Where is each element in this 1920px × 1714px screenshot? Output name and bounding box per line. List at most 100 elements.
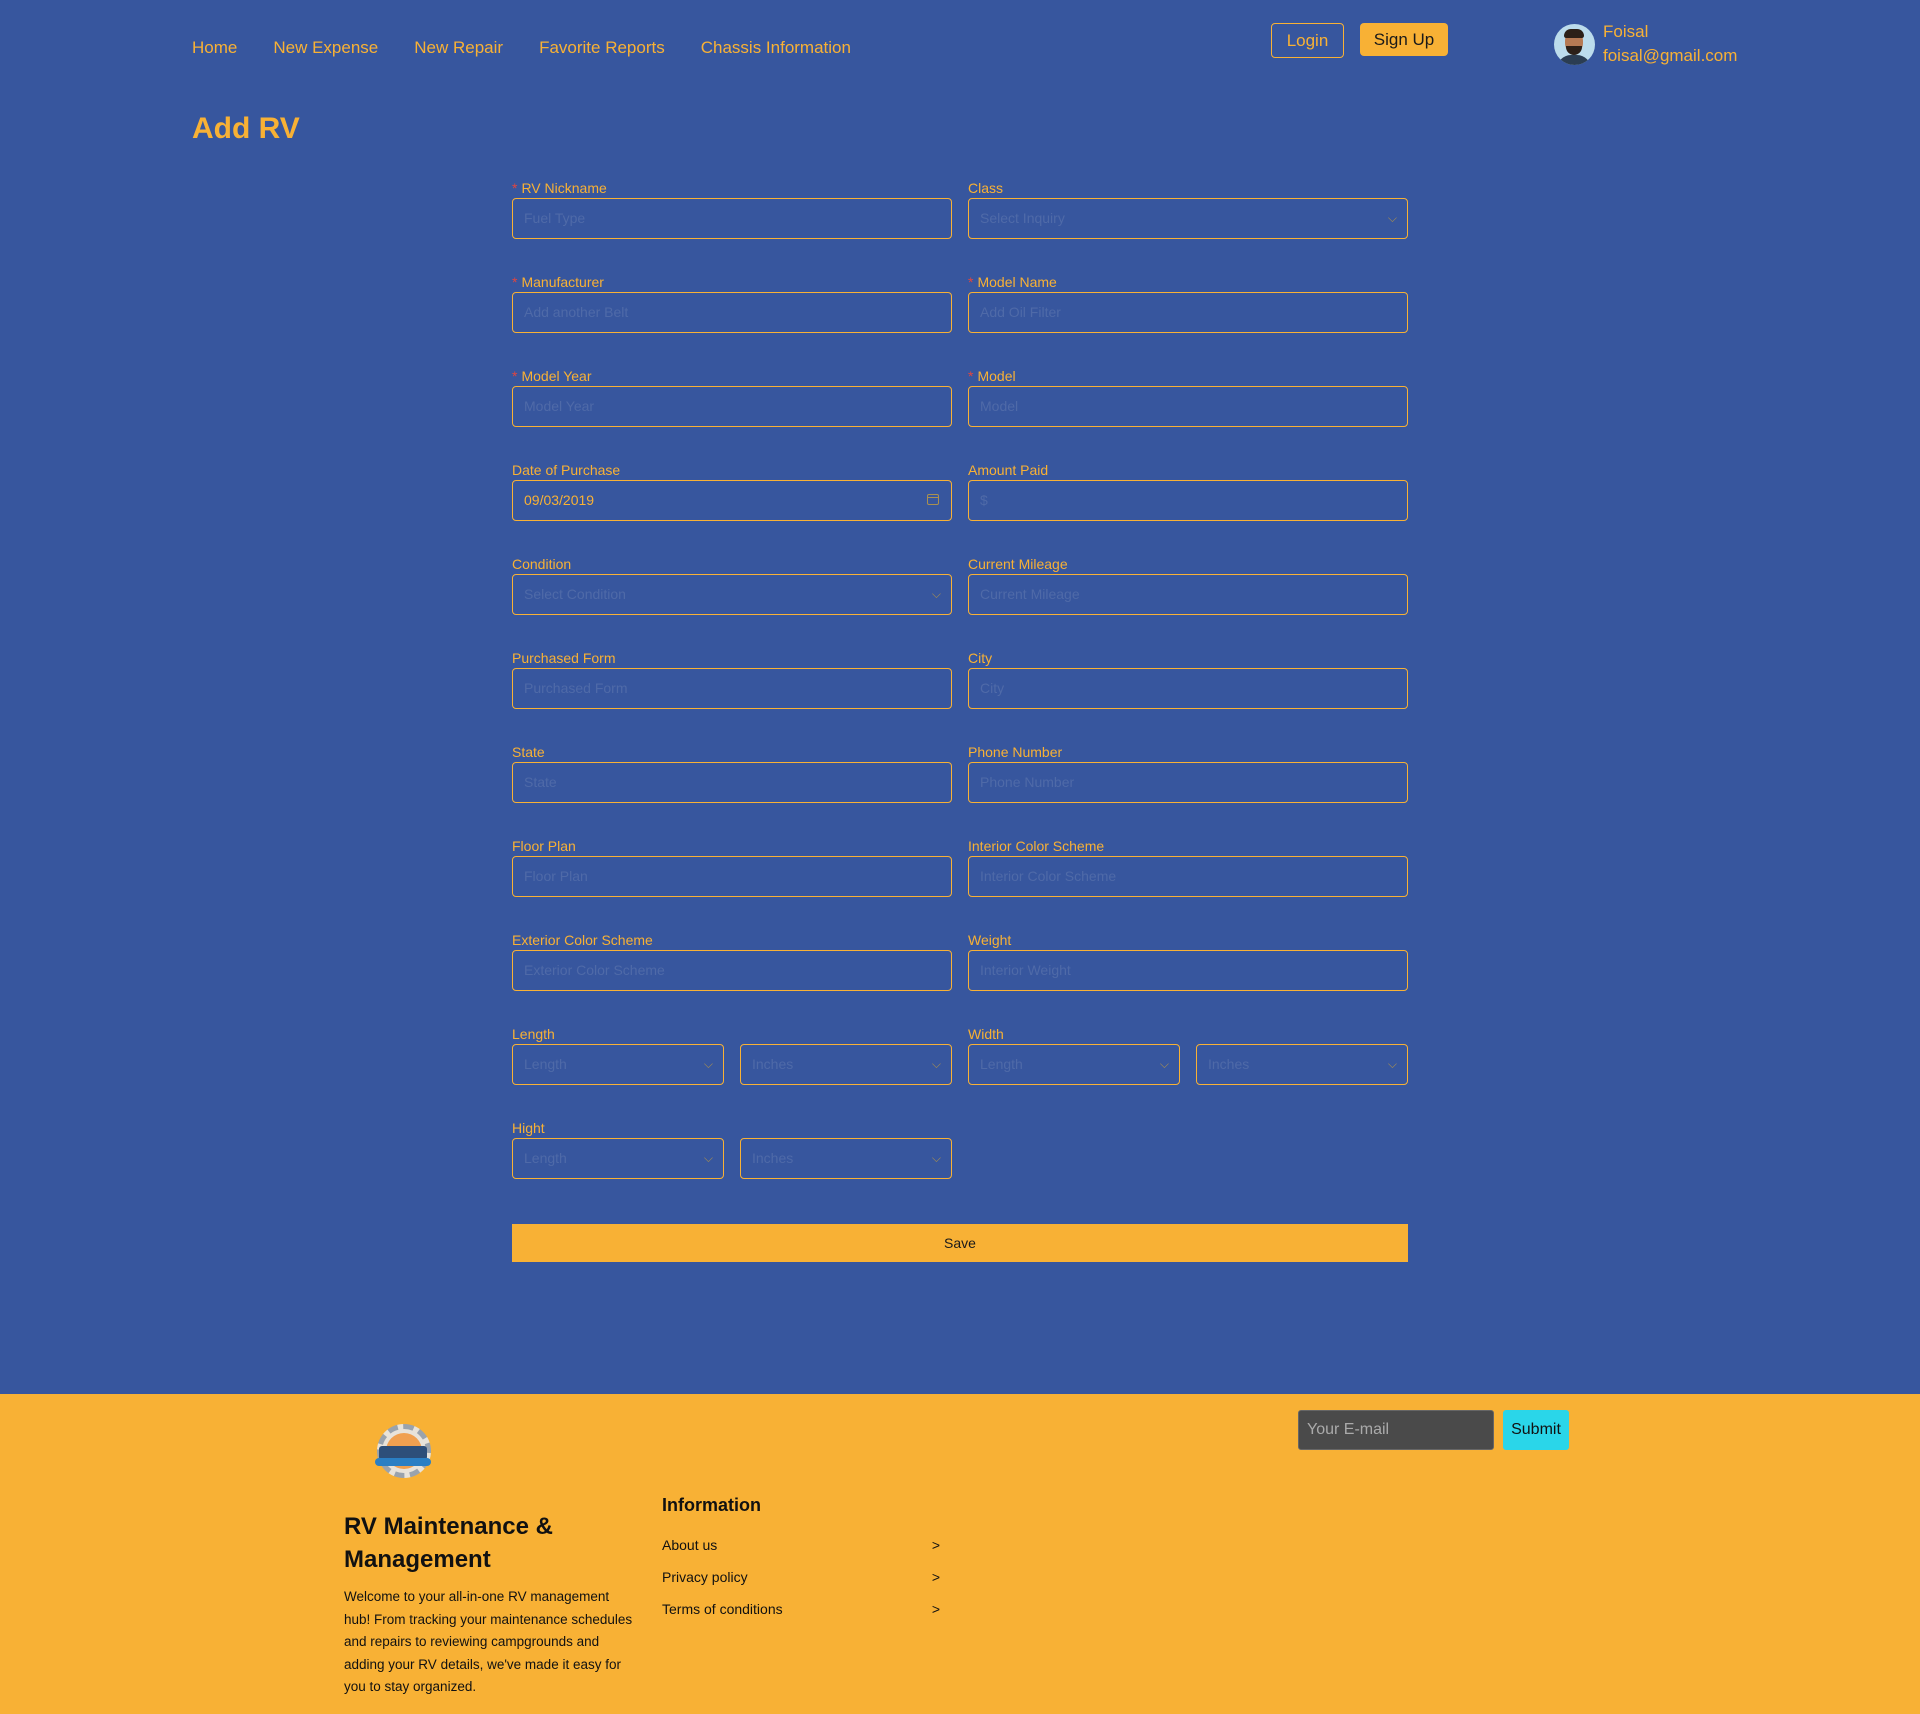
- chevron-down-icon: ⌵: [1387, 211, 1397, 225]
- class-field: Class Select Inquiry ⌵: [968, 179, 1408, 239]
- city-label: City: [968, 650, 993, 666]
- city-input[interactable]: City: [968, 668, 1408, 709]
- page-title: Add RV: [192, 112, 300, 145]
- chevron-down-icon: ⌵: [703, 1151, 713, 1165]
- phone-number-input[interactable]: Phone Number: [968, 762, 1408, 803]
- footer-link-terms[interactable]: Terms of conditions >: [662, 1601, 940, 1617]
- avatar[interactable]: [1554, 23, 1595, 65]
- phone-number-label: Phone Number: [968, 744, 1063, 760]
- main-nav: Home New Expense New Repair Favorite Rep…: [192, 38, 887, 58]
- date-of-purchase-label: Date of Purchase: [512, 462, 621, 478]
- model-year-label: * Model Year: [512, 368, 592, 384]
- rv-nickname-label: * RV Nickname: [512, 180, 607, 196]
- signup-button[interactable]: Sign Up: [1360, 23, 1448, 56]
- purchased-form-field: Purchased Form Purchased Form: [512, 649, 952, 709]
- length-field: Length Length ⌵ Inches ⌵: [512, 1025, 952, 1085]
- date-of-purchase-input[interactable]: 09/03/2019: [512, 480, 952, 521]
- chevron-down-icon: ⌵: [1387, 1057, 1397, 1071]
- floor-plan-input[interactable]: Floor Plan: [512, 856, 952, 897]
- width-value-select[interactable]: Length ⌵: [968, 1044, 1180, 1085]
- hight-unit-select[interactable]: Inches ⌵: [740, 1138, 952, 1179]
- interior-color-scheme-input[interactable]: Interior Color Scheme: [968, 856, 1408, 897]
- manufacturer-input[interactable]: Add another Belt: [512, 292, 952, 333]
- rv-logo-icon: [365, 1424, 441, 1480]
- chevron-down-icon: ⌵: [931, 587, 941, 601]
- chevron-right-icon: >: [931, 1569, 940, 1585]
- chevron-right-icon: >: [931, 1537, 940, 1553]
- weight-label: Weight: [968, 932, 1012, 948]
- model-year-input[interactable]: Model Year: [512, 386, 952, 427]
- footer-description: Welcome to your all-in-one RV management…: [344, 1589, 633, 1694]
- nav-new-repair[interactable]: New Repair: [414, 38, 503, 58]
- state-input[interactable]: State: [512, 762, 952, 803]
- chevron-down-icon: ⌵: [1159, 1057, 1169, 1071]
- condition-select[interactable]: Select Condition ⌵: [512, 574, 952, 615]
- footer-title: RV Maintenance & Management: [344, 1513, 553, 1573]
- width-field: Width Length ⌵ Inches ⌵: [968, 1025, 1408, 1085]
- exterior-color-scheme-input[interactable]: Exterior Color Scheme: [512, 950, 952, 991]
- model-label: * Model: [968, 368, 1016, 384]
- chevron-down-icon: ⌵: [931, 1151, 941, 1165]
- user-profile[interactable]: Foisal foisal@gmail.com: [1554, 20, 1737, 68]
- auth-buttons: Login Sign Up: [1271, 23, 1448, 58]
- length-label: Length: [512, 1026, 555, 1042]
- current-mileage-input[interactable]: Current Mileage: [968, 574, 1408, 615]
- user-email: foisal@gmail.com: [1603, 46, 1738, 65]
- class-select[interactable]: Select Inquiry ⌵: [968, 198, 1408, 239]
- model-year-field: * Model Year Model Year: [512, 367, 952, 427]
- phone-number-field: Phone Number Phone Number: [968, 743, 1408, 803]
- amount-paid-field: Amount Paid $: [968, 461, 1408, 521]
- amount-paid-label: Amount Paid: [968, 462, 1049, 478]
- chevron-down-icon: ⌵: [703, 1057, 713, 1071]
- calendar-icon[interactable]: [927, 494, 939, 505]
- manufacturer-label: * Manufacturer: [512, 274, 604, 290]
- date-of-purchase-field: Date of Purchase 09/03/2019: [512, 461, 952, 521]
- class-label: Class: [968, 180, 1004, 196]
- current-mileage-field: Current Mileage Current Mileage: [968, 555, 1408, 615]
- user-info: Foisal foisal@gmail.com: [1603, 20, 1737, 68]
- save-button[interactable]: Save: [512, 1224, 1408, 1262]
- rv-nickname-field: * RV Nickname Fuel Type: [512, 179, 952, 239]
- user-name: Foisal: [1603, 22, 1649, 41]
- floor-plan-label: Floor Plan: [512, 838, 576, 854]
- chevron-right-icon: >: [931, 1601, 940, 1617]
- width-label: Width: [968, 1026, 1004, 1042]
- newsletter-submit-button[interactable]: Submit: [1503, 1410, 1569, 1450]
- amount-paid-input[interactable]: $: [968, 480, 1408, 521]
- model-name-label: * Model Name: [968, 274, 1057, 290]
- current-mileage-label: Current Mileage: [968, 556, 1068, 572]
- exterior-color-scheme-field: Exterior Color Scheme Exterior Color Sch…: [512, 931, 952, 991]
- exterior-color-scheme-label: Exterior Color Scheme: [512, 932, 653, 948]
- nav-home[interactable]: Home: [192, 38, 237, 58]
- nav-new-expense[interactable]: New Expense: [273, 38, 378, 58]
- model-input[interactable]: Model: [968, 386, 1408, 427]
- info-title: Information: [662, 1495, 761, 1515]
- hight-value-select[interactable]: Length ⌵: [512, 1138, 724, 1179]
- manufacturer-field: * Manufacturer Add another Belt: [512, 273, 952, 333]
- chevron-down-icon: ⌵: [931, 1057, 941, 1071]
- model-field: * Model Model: [968, 367, 1408, 427]
- length-unit-select[interactable]: Inches ⌵: [740, 1044, 952, 1085]
- weight-field: Weight Interior Weight: [968, 931, 1408, 991]
- model-name-field: * Model Name Add Oil Filter: [968, 273, 1408, 333]
- login-button[interactable]: Login: [1271, 23, 1344, 58]
- hight-label: Hight: [512, 1120, 545, 1136]
- width-unit-select[interactable]: Inches ⌵: [1196, 1044, 1408, 1085]
- condition-field: Condition Select Condition ⌵: [512, 555, 952, 615]
- purchased-form-input[interactable]: Purchased Form: [512, 668, 952, 709]
- hight-field: Hight Length ⌵ Inches ⌵: [512, 1119, 952, 1179]
- state-field: State State: [512, 743, 952, 803]
- floor-plan-field: Floor Plan Floor Plan: [512, 837, 952, 897]
- nav-favorite-reports[interactable]: Favorite Reports: [539, 38, 665, 58]
- condition-label: Condition: [512, 556, 572, 572]
- rv-nickname-input[interactable]: Fuel Type: [512, 198, 952, 239]
- state-label: State: [512, 744, 545, 760]
- length-value-select[interactable]: Length ⌵: [512, 1044, 724, 1085]
- city-field: City City: [968, 649, 1408, 709]
- model-name-input[interactable]: Add Oil Filter: [968, 292, 1408, 333]
- nav-chassis-information[interactable]: Chassis Information: [701, 38, 851, 58]
- weight-input[interactable]: Interior Weight: [968, 950, 1408, 991]
- newsletter-email-input[interactable]: Your E-mail: [1298, 1410, 1494, 1450]
- footer-link-privacy-policy[interactable]: Privacy policy >: [662, 1569, 940, 1585]
- footer-link-about-us[interactable]: About us >: [662, 1537, 940, 1553]
